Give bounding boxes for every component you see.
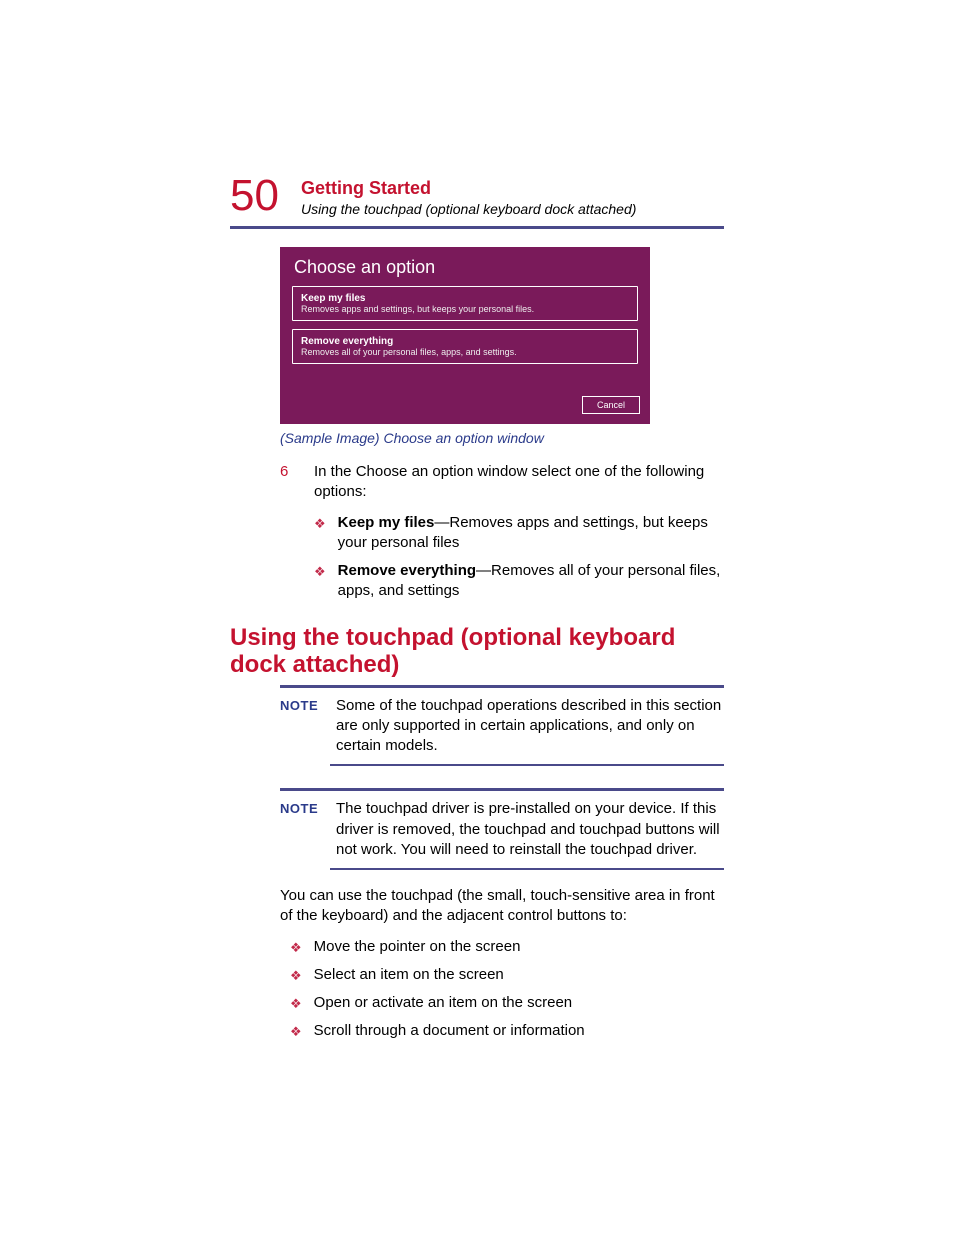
sample-window-title: Choose an option	[280, 247, 650, 286]
note-row: NOTE The touchpad driver is pre-installe…	[280, 799, 724, 860]
option-remove-everything: Remove everything Removes all of your pe…	[292, 329, 638, 364]
option-bullet-list: ❖ Keep my files—Removes apps and setting…	[314, 513, 724, 602]
page-header: 50 Getting Started Using the touchpad (o…	[230, 178, 724, 218]
option-keep-my-files: Keep my files Removes apps and settings,…	[292, 286, 638, 321]
note-label: NOTE	[280, 799, 336, 860]
note-block: NOTE Some of the touchpad operations des…	[230, 685, 724, 767]
cancel-button: Cancel	[582, 396, 640, 414]
bullet-text: Select an item on the screen	[314, 965, 724, 985]
sample-window: Choose an option Keep my files Removes a…	[280, 247, 650, 424]
section-subtitle: Using the touchpad (optional keyboard do…	[301, 201, 636, 217]
diamond-bullet-icon: ❖	[290, 967, 302, 985]
paragraph: You can use the touchpad (the small, tou…	[280, 886, 724, 927]
action-bullet-list: ❖ Move the pointer on the screen ❖ Selec…	[290, 937, 724, 1042]
note-label: NOTE	[280, 696, 336, 757]
header-text: Getting Started Using the touchpad (opti…	[301, 178, 636, 217]
bullet-text: Scroll through a document or information	[314, 1021, 724, 1041]
document-page: 50 Getting Started Using the touchpad (o…	[0, 0, 954, 1250]
note-rule-bottom	[330, 868, 724, 870]
note-rule-bottom	[330, 764, 724, 766]
option-title: Remove everything	[301, 336, 629, 347]
step-text: In the Choose an option window select on…	[314, 462, 724, 503]
diamond-bullet-icon: ❖	[314, 563, 326, 581]
diamond-bullet-icon: ❖	[290, 1023, 302, 1041]
list-item: ❖ Open or activate an item on the screen	[290, 993, 724, 1013]
page-number: 50	[230, 174, 279, 218]
bullet-text: Open or activate an item on the screen	[314, 993, 724, 1013]
list-item: ❖ Keep my files—Removes apps and setting…	[314, 513, 724, 554]
option-desc: Removes all of your personal files, apps…	[301, 347, 629, 357]
list-item: ❖ Scroll through a document or informati…	[290, 1021, 724, 1041]
diamond-bullet-icon: ❖	[290, 939, 302, 957]
note-rule-top	[280, 788, 724, 791]
note-rule-top	[280, 685, 724, 688]
diamond-bullet-icon: ❖	[314, 515, 326, 533]
list-item: ❖ Remove everything—Removes all of your …	[314, 561, 724, 602]
step-number: 6	[280, 462, 314, 503]
numbered-step: 6 In the Choose an option window select …	[280, 462, 724, 503]
chapter-title: Getting Started	[301, 178, 636, 199]
note-row: NOTE Some of the touchpad operations des…	[280, 696, 724, 757]
header-rule	[230, 226, 724, 229]
list-item: ❖ Move the pointer on the screen	[290, 937, 724, 957]
diamond-bullet-icon: ❖	[290, 995, 302, 1013]
option-title: Keep my files	[301, 293, 629, 304]
note-text: Some of the touchpad operations describe…	[336, 696, 724, 757]
note-text: The touchpad driver is pre-installed on …	[336, 799, 724, 860]
cancel-row: Cancel	[280, 372, 650, 424]
bullet-text: Move the pointer on the screen	[314, 937, 724, 957]
bullet-bold: Remove everything	[338, 562, 476, 579]
bullet-bold: Keep my files	[338, 514, 435, 531]
note-block: NOTE The touchpad driver is pre-installe…	[230, 788, 724, 870]
image-caption: (Sample Image) Choose an option window	[280, 430, 724, 446]
list-item: ❖ Select an item on the screen	[290, 965, 724, 985]
option-desc: Removes apps and settings, but keeps you…	[301, 304, 629, 314]
bullet-text: Remove everything—Removes all of your pe…	[338, 561, 724, 602]
bullet-text: Keep my files—Removes apps and settings,…	[338, 513, 724, 554]
section-heading: Using the touchpad (optional keyboard do…	[230, 624, 724, 679]
